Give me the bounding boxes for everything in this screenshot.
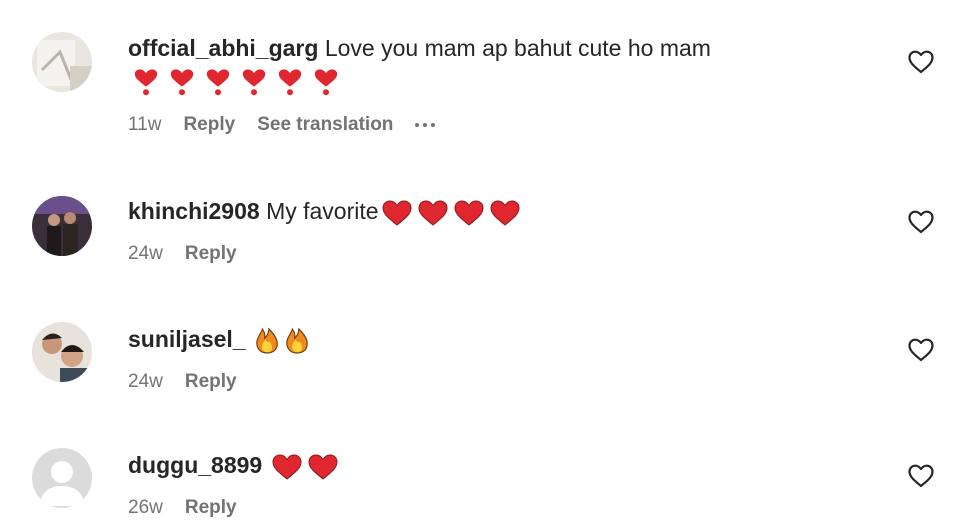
- avatar[interactable]: [32, 32, 92, 92]
- comment-text: Love you mam ap bahut cute ho mam: [324, 35, 711, 61]
- comment-username[interactable]: offcial_abhi_garg: [128, 35, 318, 61]
- comment-timestamp[interactable]: 24w: [128, 371, 163, 393]
- fire-icon: [286, 327, 308, 354]
- red-heart-icon: [490, 200, 520, 226]
- comment-text-line: suniljasel_: [128, 324, 880, 355]
- comment-text-line: duggu_8899: [128, 450, 880, 481]
- comment-timestamp[interactable]: 24w: [128, 243, 163, 265]
- emoji-row: [381, 199, 521, 227]
- avatar[interactable]: [32, 196, 92, 256]
- reply-button[interactable]: Reply: [185, 371, 237, 393]
- heart-exclamation-icon: [206, 69, 230, 96]
- avatar[interactable]: [32, 322, 92, 382]
- emoji-row: [130, 68, 342, 96]
- comment-username[interactable]: khinchi2908: [128, 198, 260, 224]
- see-translation-button[interactable]: See translation: [257, 114, 393, 136]
- comment-meta: 26w Reply: [128, 497, 880, 519]
- comment-text: My favorite: [266, 198, 379, 224]
- red-heart-icon: [308, 454, 338, 480]
- heart-outline-icon[interactable]: [906, 336, 936, 364]
- comment-username[interactable]: suniljasel_: [128, 326, 246, 352]
- comment-text-line: offcial_abhi_garg Love you mam ap bahut …: [128, 33, 880, 63]
- emoji-row: [254, 327, 310, 355]
- heart-exclamation-icon: [242, 69, 266, 96]
- comment-meta: 24w Reply: [128, 243, 880, 265]
- red-heart-icon: [454, 200, 484, 226]
- red-heart-icon: [382, 200, 412, 226]
- red-heart-icon: [418, 200, 448, 226]
- heart-outline-icon[interactable]: [906, 48, 936, 76]
- comment-meta: 11w Reply See translation: [128, 114, 880, 136]
- reply-button[interactable]: Reply: [183, 114, 235, 136]
- fire-icon: [256, 327, 278, 354]
- reply-button[interactable]: Reply: [185, 497, 237, 519]
- avatar[interactable]: [32, 448, 92, 508]
- heart-exclamation-icon: [170, 69, 194, 96]
- red-heart-icon: [272, 454, 302, 480]
- comment-username[interactable]: duggu_8899: [128, 452, 262, 478]
- heart-exclamation-icon: [134, 69, 158, 96]
- heart-outline-icon[interactable]: [906, 208, 936, 236]
- heart-exclamation-icon: [278, 69, 302, 96]
- comment-timestamp[interactable]: 11w: [128, 114, 161, 136]
- heart-exclamation-icon: [314, 69, 338, 96]
- more-options-icon[interactable]: [415, 122, 436, 127]
- heart-outline-icon[interactable]: [906, 462, 936, 490]
- comment-timestamp[interactable]: 26w: [128, 497, 163, 519]
- emoji-row: [271, 453, 339, 481]
- comment-meta: 24w Reply: [128, 371, 880, 393]
- reply-button[interactable]: Reply: [185, 243, 237, 265]
- comment-text-line: khinchi2908 My favorite: [128, 196, 880, 227]
- comment-emoji-line: [128, 65, 880, 96]
